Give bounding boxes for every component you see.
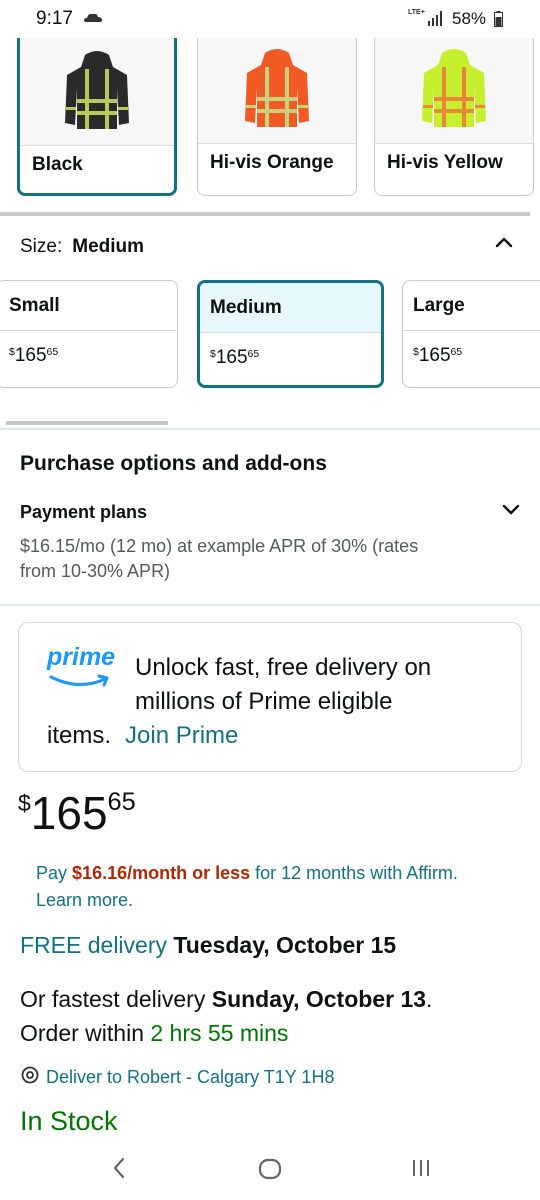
size-price: $16565 (9, 345, 59, 366)
price-currency: $ (18, 790, 31, 816)
jacket-orange-image (245, 49, 309, 127)
size-option-small[interactable]: Small $16565 (0, 280, 178, 388)
affirm-amount: $16.16/month or less (72, 863, 251, 883)
jacket-yellow-image (422, 49, 486, 127)
order-within-time: 2 hrs 55 mins (150, 1020, 289, 1046)
color-option-hi-vis-yellow[interactable]: Hi-vis Yellow (374, 38, 534, 196)
location-pin-icon (21, 1066, 39, 1084)
prime-message-end: items. Join Prime (47, 719, 238, 753)
join-prime-link[interactable]: Join Prime (125, 722, 238, 749)
size-option-medium[interactable]: Medium $16565 (197, 280, 384, 388)
section-divider (0, 428, 540, 430)
affirm-financing-link[interactable]: Pay $16.16/month or less for 12 months w… (36, 860, 506, 914)
fastest-delivery-info: Or fastest delivery Sunday, October 13. … (20, 986, 433, 1046)
status-time: 9:17 (36, 8, 73, 29)
free-delivery-label: FREE delivery (20, 932, 167, 958)
cloud-icon (84, 13, 102, 22)
order-within-label: Order within (20, 1020, 144, 1046)
battery-icon (494, 11, 503, 27)
prime-message: Unlock fast, free delivery on millions o… (135, 654, 432, 715)
home-icon[interactable] (258, 1157, 282, 1181)
free-delivery-date: Tuesday, October 15 (173, 932, 397, 958)
prime-smile-icon (49, 674, 109, 687)
stock-status: In Stock (20, 1106, 118, 1136)
product-price: $16565 (18, 786, 136, 840)
size-price: $16565 (413, 345, 463, 366)
price-whole: 165 (30, 787, 108, 839)
system-nav-bar (0, 1138, 540, 1200)
color-label: Hi-vis Yellow (387, 152, 503, 173)
size-name: Medium (200, 283, 381, 333)
product-image (375, 38, 533, 144)
fastest-delivery-date: Sunday, October 13 (211, 986, 427, 1012)
price-fraction: 65 (107, 788, 136, 816)
chevron-up-icon[interactable] (494, 232, 514, 252)
size-row-scrollbar[interactable] (6, 421, 168, 425)
signal-icon (428, 11, 442, 26)
prime-upsell-box: prime Unlock fast, free delivery on mill… (18, 622, 522, 772)
size-name: Small (0, 281, 177, 331)
status-bar: 9:17 LTE+ 58% (0, 0, 540, 38)
prime-message-tail: items. (47, 722, 112, 749)
fastest-delivery-label: Or fastest delivery (20, 986, 206, 1012)
battery-percent: 58% (452, 9, 487, 28)
payment-plans-label[interactable]: Payment plans (20, 502, 147, 523)
affirm-prefix: Pay (36, 863, 68, 883)
recent-apps-icon[interactable] (410, 1158, 432, 1178)
color-label: Black (32, 154, 83, 175)
jacket-black-image (65, 51, 129, 129)
size-value: Medium (72, 236, 145, 257)
chevron-down-icon[interactable] (500, 498, 522, 520)
size-price: $16565 (210, 347, 260, 368)
size-heading[interactable]: Size: Medium (20, 236, 144, 258)
back-icon[interactable] (110, 1156, 128, 1180)
color-row-scrollbar[interactable] (0, 212, 530, 216)
product-image (198, 38, 356, 144)
color-label: Hi-vis Orange (210, 152, 334, 173)
prime-logo: prime (47, 643, 115, 689)
size-label: Size: (20, 236, 63, 257)
prime-logo-text: prime (47, 643, 116, 671)
deliver-to-link[interactable]: Deliver to Robert - Calgary T1Y 1H8 (20, 1066, 334, 1088)
network-type: LTE+ (408, 9, 425, 16)
section-divider (0, 604, 540, 606)
color-swatch-row: Black Hi-vis Orange Hi-vis Yellow (0, 38, 540, 204)
size-name: Large (403, 281, 540, 331)
purchase-options-title: Purchase options and add-ons (20, 452, 327, 475)
free-delivery-info[interactable]: FREE delivery Tuesday, October 15 (20, 932, 396, 959)
payment-plans-text: $16.15/mo (12 mo) at example APR of 30% … (20, 536, 419, 581)
color-option-black[interactable]: Black (17, 38, 177, 196)
color-option-hi-vis-orange[interactable]: Hi-vis Orange (197, 38, 357, 196)
size-option-large[interactable]: Large $16565 (402, 280, 540, 388)
product-image (20, 38, 174, 146)
deliver-to-text: Deliver to Robert - Calgary T1Y 1H8 (46, 1067, 335, 1087)
